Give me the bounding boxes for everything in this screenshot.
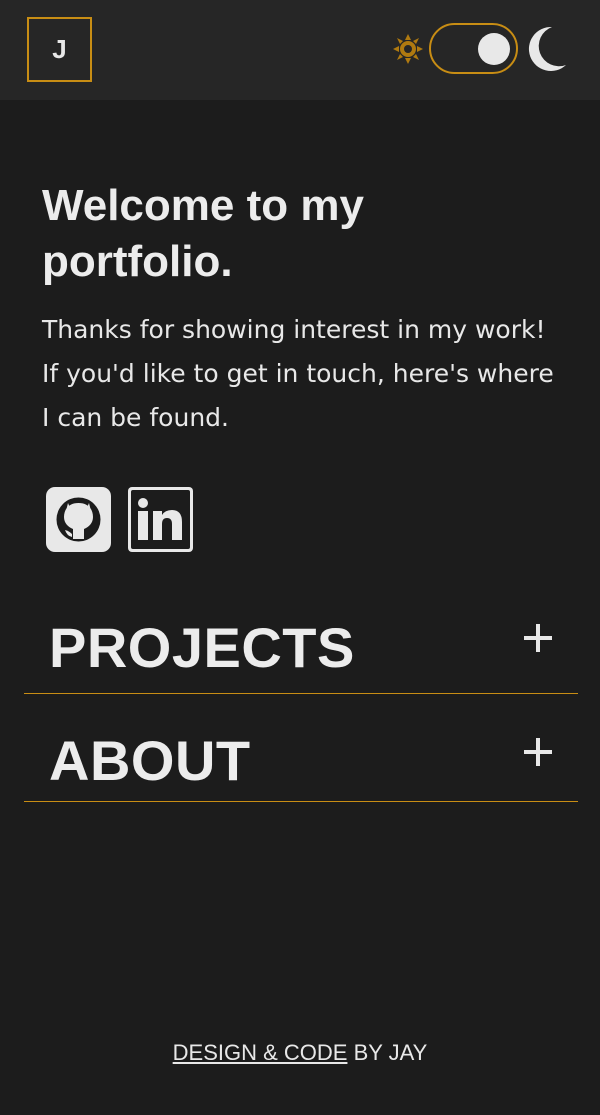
about-heading: ABOUT xyxy=(49,729,251,792)
hero-section: Welcome to my portfolio. Thanks for show… xyxy=(42,178,562,440)
projects-heading: PROJECTS xyxy=(49,616,355,679)
intro-text: Thanks for showing interest in my work! … xyxy=(42,315,554,432)
toggle-knob xyxy=(478,33,510,65)
logo-letter: J xyxy=(52,34,67,64)
design-code-link[interactable]: DESIGN & CODE xyxy=(173,1040,348,1065)
linkedin-icon[interactable] xyxy=(128,487,193,552)
footer-byline: BY JAY xyxy=(347,1040,428,1065)
sun-icon xyxy=(393,34,423,64)
section-accordion: PROJECTS ABOUT xyxy=(24,588,578,802)
expand-about-icon[interactable] xyxy=(524,738,552,766)
theme-toggle[interactable] xyxy=(429,23,518,74)
site-header: J xyxy=(0,0,600,100)
projects-section-header[interactable]: PROJECTS xyxy=(24,588,578,694)
social-links xyxy=(46,487,193,552)
moon-icon xyxy=(528,26,566,71)
site-footer: DESIGN & CODE BY JAY xyxy=(0,1040,600,1066)
about-section-header[interactable]: ABOUT xyxy=(24,694,578,802)
github-icon[interactable] xyxy=(46,487,111,552)
page-title: Welcome to my portfolio. xyxy=(42,181,364,286)
logo-button[interactable]: J xyxy=(27,17,92,82)
expand-projects-icon[interactable] xyxy=(524,624,552,652)
